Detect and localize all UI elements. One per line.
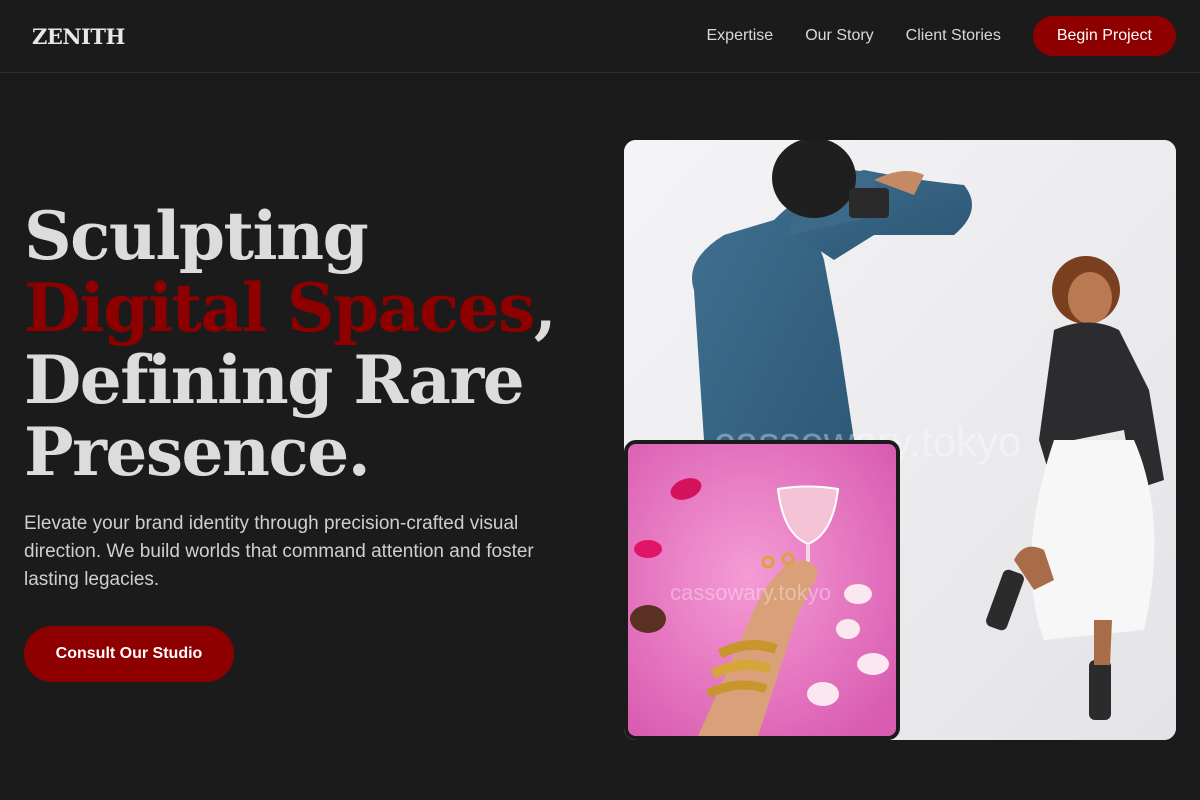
top-navigation: ZENITH Expertise Our Story Client Storie…	[0, 0, 1200, 73]
watermark-text-inset: cassowary.tokyo	[670, 580, 831, 605]
nav-link-our-story[interactable]: Our Story	[805, 27, 873, 45]
hero-photo-inset: cassowary.tokyo	[624, 440, 900, 740]
hero-title-line-4: Presence.	[24, 413, 371, 491]
hero-title: Sculpting Digital Spaces, Defining Rare …	[24, 200, 584, 488]
hero-subtitle: Elevate your brand identity through prec…	[24, 513, 534, 590]
hero-title-comma: ,	[533, 269, 557, 347]
nav-link-client-stories[interactable]: Client Stories	[906, 27, 1001, 45]
begin-project-button[interactable]: Begin Project	[1032, 16, 1176, 56]
consult-studio-button[interactable]: Consult Our Studio	[24, 626, 234, 682]
hero-title-line-1: Sculpting	[24, 197, 369, 275]
hero-title-line-3: Defining Rare	[24, 341, 525, 419]
nav-link-expertise[interactable]: Expertise	[707, 27, 774, 45]
brand-logo[interactable]: ZENITH	[32, 24, 125, 49]
nav-links: Expertise Our Story Client Stories Begin…	[707, 16, 1176, 56]
hero-title-accent: Digital Spaces	[24, 269, 535, 347]
